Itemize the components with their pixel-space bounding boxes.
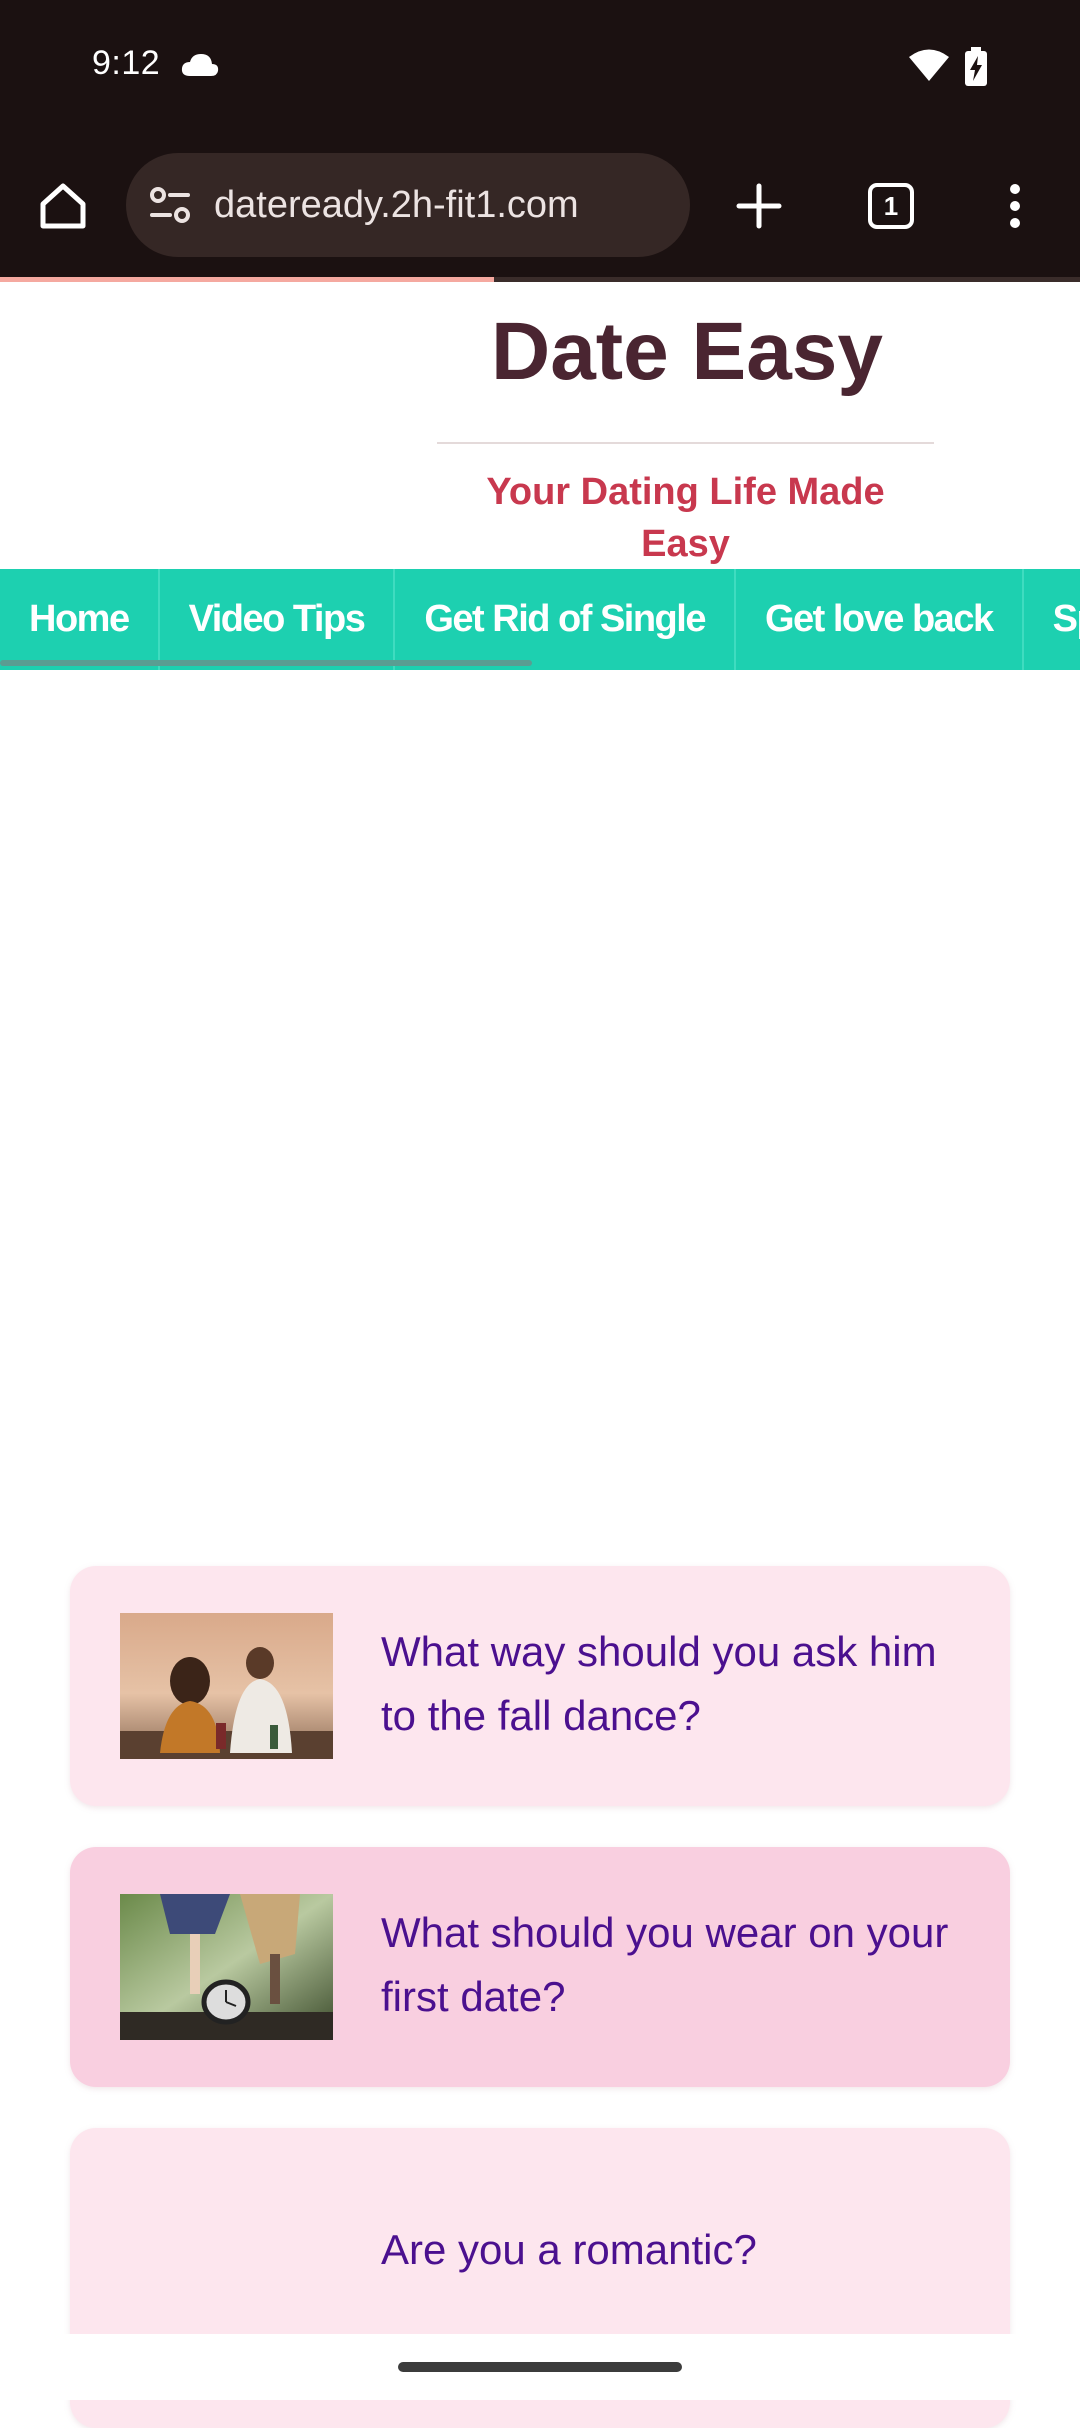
nav-item-get-love-back[interactable]: Get love back	[736, 569, 1024, 670]
plus-icon	[736, 183, 782, 229]
article-card[interactable]: What should you wear on your first date?	[70, 1847, 1010, 2087]
nav-item-home[interactable]: Home	[0, 569, 160, 670]
browser-toolbar: dateready.2h-fit1.com 1	[0, 135, 1080, 277]
nav-item-spark[interactable]: Spark	[1024, 569, 1080, 670]
more-menu-button[interactable]	[990, 173, 1040, 239]
page-load-progress	[0, 277, 1080, 282]
gesture-handle[interactable]	[398, 2362, 682, 2372]
new-tab-button[interactable]	[726, 173, 792, 239]
title-divider	[437, 442, 934, 444]
status-time: 9:12	[92, 44, 161, 82]
home-icon	[40, 183, 86, 229]
cloud-icon	[180, 52, 220, 83]
address-bar[interactable]: dateready.2h-fit1.com	[126, 153, 690, 257]
status-bar: 9:12	[0, 0, 1080, 135]
article-thumbnail[interactable]	[120, 1894, 333, 2040]
article-title[interactable]: What should you wear on your first date?	[381, 1901, 981, 2029]
site-tagline: Your Dating Life Made Easy	[486, 471, 885, 565]
main-nav: Home Video Tips Get Rid of Single Get lo…	[0, 569, 1080, 670]
article-title[interactable]: What way should you ask him to the fall …	[381, 1620, 981, 1748]
home-button[interactable]	[30, 173, 96, 239]
url-text: dateready.2h-fit1.com	[214, 183, 579, 226]
tab-switcher-icon: 1	[868, 183, 914, 229]
battery-charging-icon	[964, 47, 988, 92]
site-title[interactable]: Date Easy	[437, 302, 937, 402]
nav-item-get-rid-of-single[interactable]: Get Rid of Single	[395, 569, 736, 670]
nav-item-video-tips[interactable]: Video Tips	[160, 569, 396, 670]
article-thumbnail[interactable]	[120, 1613, 333, 1759]
article-card[interactable]: What way should you ask him to the fall …	[70, 1566, 1010, 1806]
nav-track: Home Video Tips Get Rid of Single Get lo…	[0, 569, 1080, 670]
tab-switcher-button[interactable]: 1	[858, 173, 924, 239]
nav-scrollbar[interactable]	[0, 660, 532, 666]
more-vert-icon	[1010, 184, 1020, 228]
page-load-progress-fill	[0, 277, 494, 282]
tab-count: 1	[883, 190, 899, 221]
site-settings-icon[interactable]	[148, 183, 192, 227]
article-title[interactable]: Are you a romantic?	[381, 2218, 981, 2282]
wifi-icon	[908, 48, 950, 87]
